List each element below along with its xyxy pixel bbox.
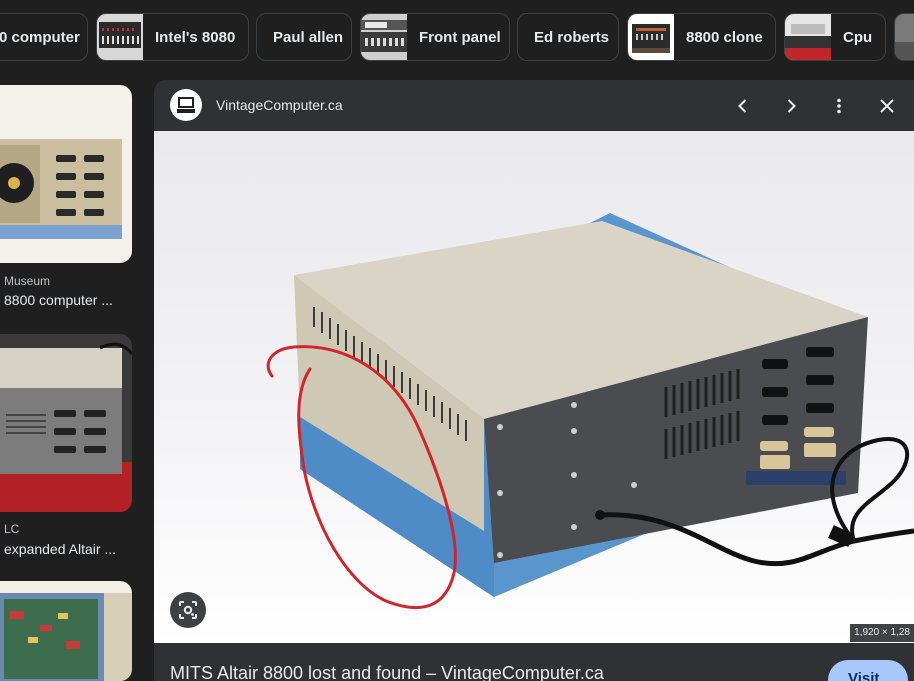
result-image[interactable] — [0, 334, 132, 512]
chevron-left-icon[interactable] — [729, 92, 757, 120]
chip-label: Cpu — [843, 28, 873, 46]
result-image[interactable] — [0, 85, 132, 263]
chip-computer[interactable]: 0 computer — [0, 13, 88, 61]
image-preview-panel: VintageComputer.ca 1,920 × 1,28 MITS Alt… — [154, 80, 914, 681]
preview-caption-link[interactable]: MITS Altair 8800 lost and found – Vintag… — [170, 663, 604, 681]
chip-label: 8800 clone — [686, 28, 763, 46]
chip-front-panel[interactable]: Front panel — [360, 13, 510, 61]
chevron-right-icon[interactable] — [777, 92, 805, 120]
chip-label: Intel's 8080 — [155, 28, 236, 46]
result-title[interactable]: 8800 computer ... — [4, 292, 113, 308]
chip-thumbnail — [97, 14, 143, 60]
result-source: LC — [4, 522, 20, 536]
more-vert-icon[interactable] — [825, 92, 853, 120]
chip-intels-8080[interactable]: Intel's 8080 — [96, 13, 249, 61]
chip-label: Ed roberts — [534, 28, 610, 46]
chip-label: Paul allen — [273, 28, 344, 46]
preview-header: VintageComputer.ca — [154, 80, 914, 131]
result-card-1[interactable]: Museum 8800 computer ... — [0, 85, 132, 335]
chip-next-partial[interactable] — [894, 13, 914, 61]
results-column: Museum 8800 computer ... LC expanded Alt… — [0, 74, 142, 681]
preview-image[interactable] — [154, 131, 914, 643]
result-source: Museum — [4, 274, 51, 288]
chip-label: Front panel — [419, 28, 501, 46]
chip-paul-allen[interactable]: Paul allen — [256, 13, 352, 61]
chip-thumbnail — [895, 14, 914, 60]
image-dimensions: 1,920 × 1,28 — [850, 624, 914, 642]
result-card-3[interactable] — [0, 581, 132, 681]
chip-thumbnail — [361, 14, 407, 60]
chip-thumbnail — [628, 14, 674, 60]
chip-label: 0 computer — [0, 28, 80, 46]
chip-cpu[interactable]: Cpu — [784, 13, 886, 61]
visit-button[interactable]: Visit — [828, 660, 908, 681]
result-title[interactable]: expanded Altair ... — [4, 541, 116, 557]
related-searches-bar: 0 computer Intel's 8080 Paul allen Front… — [0, 0, 914, 74]
site-name-link[interactable]: VintageComputer.ca — [216, 97, 343, 113]
image-search-viewer: 0 computer Intel's 8080 Paul allen Front… — [0, 0, 914, 681]
result-image[interactable] — [0, 581, 132, 681]
lens-icon[interactable] — [170, 592, 206, 628]
site-favicon-icon[interactable] — [170, 89, 202, 121]
chip-thumbnail — [785, 14, 831, 60]
chip-8800-clone[interactable]: 8800 clone — [627, 13, 776, 61]
result-card-2[interactable]: LC expanded Altair ... — [0, 334, 132, 584]
close-icon[interactable] — [873, 92, 901, 120]
chip-ed-roberts[interactable]: Ed roberts — [517, 13, 619, 61]
